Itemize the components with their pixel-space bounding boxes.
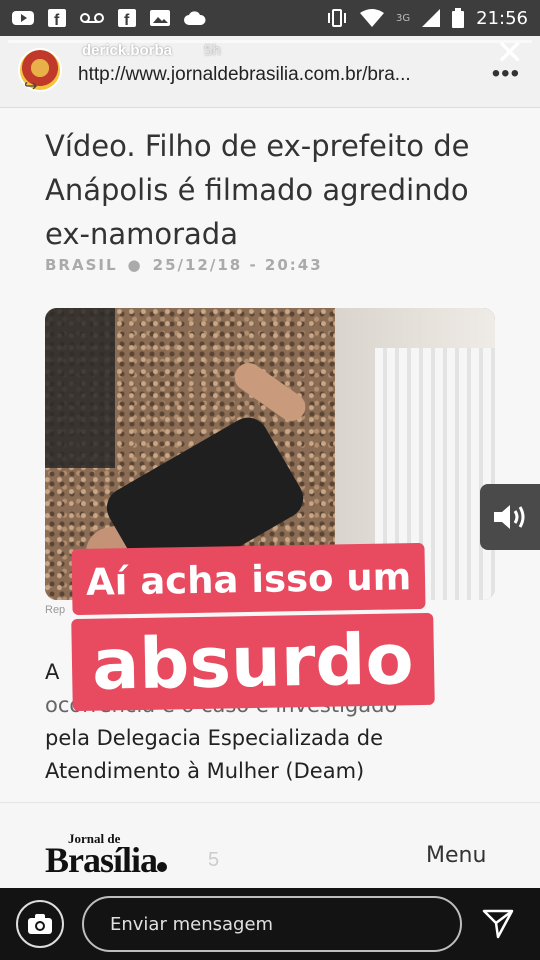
battery-icon [452,8,465,28]
photo-caption: Rep [45,604,66,616]
network-type-label: 3G [396,12,411,24]
gallery-icon [150,10,170,26]
site-footer-bar: Jornal de Brasília 5 Menu [0,802,540,888]
article-url[interactable]: http://www.jornaldebrasilia.com.br/bra..… [78,64,463,86]
voicemail-icon [80,11,104,25]
article-meta: BRASIL ● 25/12/18 - 20:43 [45,256,323,274]
article-body-line: pela Delegacia Especializada de [45,726,383,750]
camera-icon [28,914,52,934]
site-logo[interactable]: Brasília [45,839,168,881]
status-notification-icons: f f [12,9,206,27]
volume-button[interactable] [480,484,540,550]
text-sticker-line1: Aí acha isso um [71,542,426,616]
status-system-icons: 3G 21:56 [326,8,528,29]
svg-text:f: f [54,12,60,27]
send-button[interactable] [478,904,518,944]
cloud-icon [184,11,206,25]
share-arrow-icon: ↪ [24,78,38,95]
faded-number: 5 [208,849,220,871]
message-input[interactable] [82,896,462,952]
status-bar: f f 3G 21:56 [0,0,540,36]
photo-person-leg [45,308,115,468]
camera-button[interactable] [16,900,64,948]
wifi-icon [360,9,384,27]
send-icon [482,909,514,939]
story-time: 5h [204,42,221,59]
story-username[interactable]: derick.borba [82,42,172,59]
facebook-icon: f [48,9,66,27]
clock: 21:56 [476,7,528,29]
article-headline: Vídeo. Filho de ex-prefeito de Anápolis … [45,129,470,251]
svg-text:f: f [124,12,130,27]
message-bar [0,888,540,960]
youtube-icon [12,10,34,26]
article-category: BRASIL [45,256,118,274]
speaker-icon [494,505,525,529]
story-page: ↪ derick.borba 5h http://www.jornaldebra… [0,36,540,888]
story-header: ↪ derick.borba 5h http://www.jornaldebra… [0,36,540,108]
logo-dot [157,862,168,872]
article-body-line: Atendimento à Mulher (Deam) [45,759,365,783]
text-sticker-line2: absurdo [71,612,435,712]
site-logo-text: Brasília [45,840,158,880]
article-date: 25/12/18 - 20:43 [152,256,323,274]
separator-dot: ● [127,256,143,274]
vibrate-icon [326,8,348,28]
signal-icon [422,9,441,27]
menu-button[interactable]: Menu [426,843,486,868]
more-options-icon[interactable]: ••• [492,60,520,88]
facebook-icon-2: f [118,9,136,27]
